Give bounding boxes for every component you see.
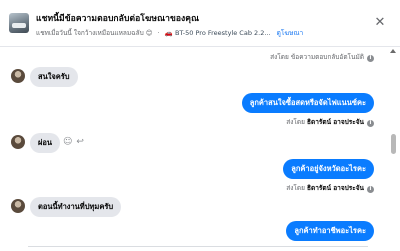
smile-emoji-icon: 😊 bbox=[145, 29, 153, 37]
message-incoming[interactable]: ผ่อน bbox=[30, 133, 61, 153]
reply-icon[interactable]: ↩ bbox=[76, 137, 84, 147]
composer-area bbox=[0, 244, 400, 250]
info-icon[interactable]: i bbox=[367, 55, 374, 62]
view-ad-link[interactable]: ดูโฆษณา bbox=[277, 29, 304, 37]
message-incoming[interactable]: ตอนนี้ทำงานที่ปทุมครับ bbox=[30, 197, 122, 217]
message-outgoing[interactable]: ลูกค้าทำอาชีพอะไรคะ bbox=[286, 221, 374, 241]
scroll-up-arrow-icon[interactable] bbox=[390, 49, 396, 53]
avatar[interactable] bbox=[11, 199, 25, 213]
avatar[interactable] bbox=[11, 135, 25, 149]
sender-name: ธิดารัตน์ อาจประจัน bbox=[307, 118, 364, 126]
auto-reply-meta: ส่งโดย ข้อความตอบกลับอัตโนมัติ i bbox=[270, 52, 374, 62]
sender-name: ธิดารัตน์ อาจประจัน bbox=[307, 184, 364, 192]
close-icon[interactable]: ✕ bbox=[374, 16, 386, 29]
header-subtitle: แชทเมื่อวันนี้ ใจกว้างเหมือนแหลมฉลับ 😊 ·… bbox=[36, 28, 303, 38]
chat-header: แชทนี้มีข้อความตอบกลับต่อโฆษณาของคุณ แชท… bbox=[0, 0, 400, 47]
sent-by-label: ส่งโดย bbox=[286, 184, 305, 192]
avatar[interactable] bbox=[11, 69, 25, 83]
subtitle-text: แชทเมื่อวันนี้ ใจกว้างเหมือนแหลมฉลับ bbox=[36, 29, 144, 37]
ad-thumbnail[interactable] bbox=[9, 13, 29, 33]
auto-reply-meta-text: ส่งโดย ข้อความตอบกลับอัตโนมัติ bbox=[270, 53, 364, 61]
info-icon[interactable]: i bbox=[367, 120, 374, 127]
header-title: แชทนี้มีข้อความตอบกลับต่อโฆษณาของคุณ bbox=[36, 14, 200, 24]
composer-border bbox=[28, 246, 368, 251]
sent-by-label: ส่งโดย bbox=[286, 118, 305, 126]
message-thread: ส่งโดย ข้อความตอบกลับอัตโนมัติ i สนใจครับ… bbox=[0, 47, 400, 250]
message-incoming[interactable]: สนใจครับ bbox=[30, 67, 78, 87]
message-actions: ☺ ↩ bbox=[63, 137, 88, 147]
separator-dot: · bbox=[157, 29, 160, 37]
sent-by-meta: ส่งโดย ธิดารัตน์ อาจประจัน i bbox=[286, 117, 374, 127]
message-outgoing[interactable]: ลูกค้าอยู่จังหวัดอะไรคะ bbox=[283, 159, 374, 179]
scrollbar-thumb[interactable] bbox=[391, 134, 396, 154]
listing-title: 🚗 BT-50 Pro Freestyle Cab 2.2... bbox=[164, 29, 271, 37]
message-outgoing[interactable]: ลูกค้าสนใจซื้อสดหรือจัดไฟแนนซ์คะ bbox=[241, 93, 374, 113]
info-icon[interactable]: i bbox=[367, 186, 374, 193]
sent-by-meta: ส่งโดย ธิดารัตน์ อาจประจัน i bbox=[286, 183, 374, 193]
smiley-icon[interactable]: ☺ bbox=[63, 137, 72, 147]
